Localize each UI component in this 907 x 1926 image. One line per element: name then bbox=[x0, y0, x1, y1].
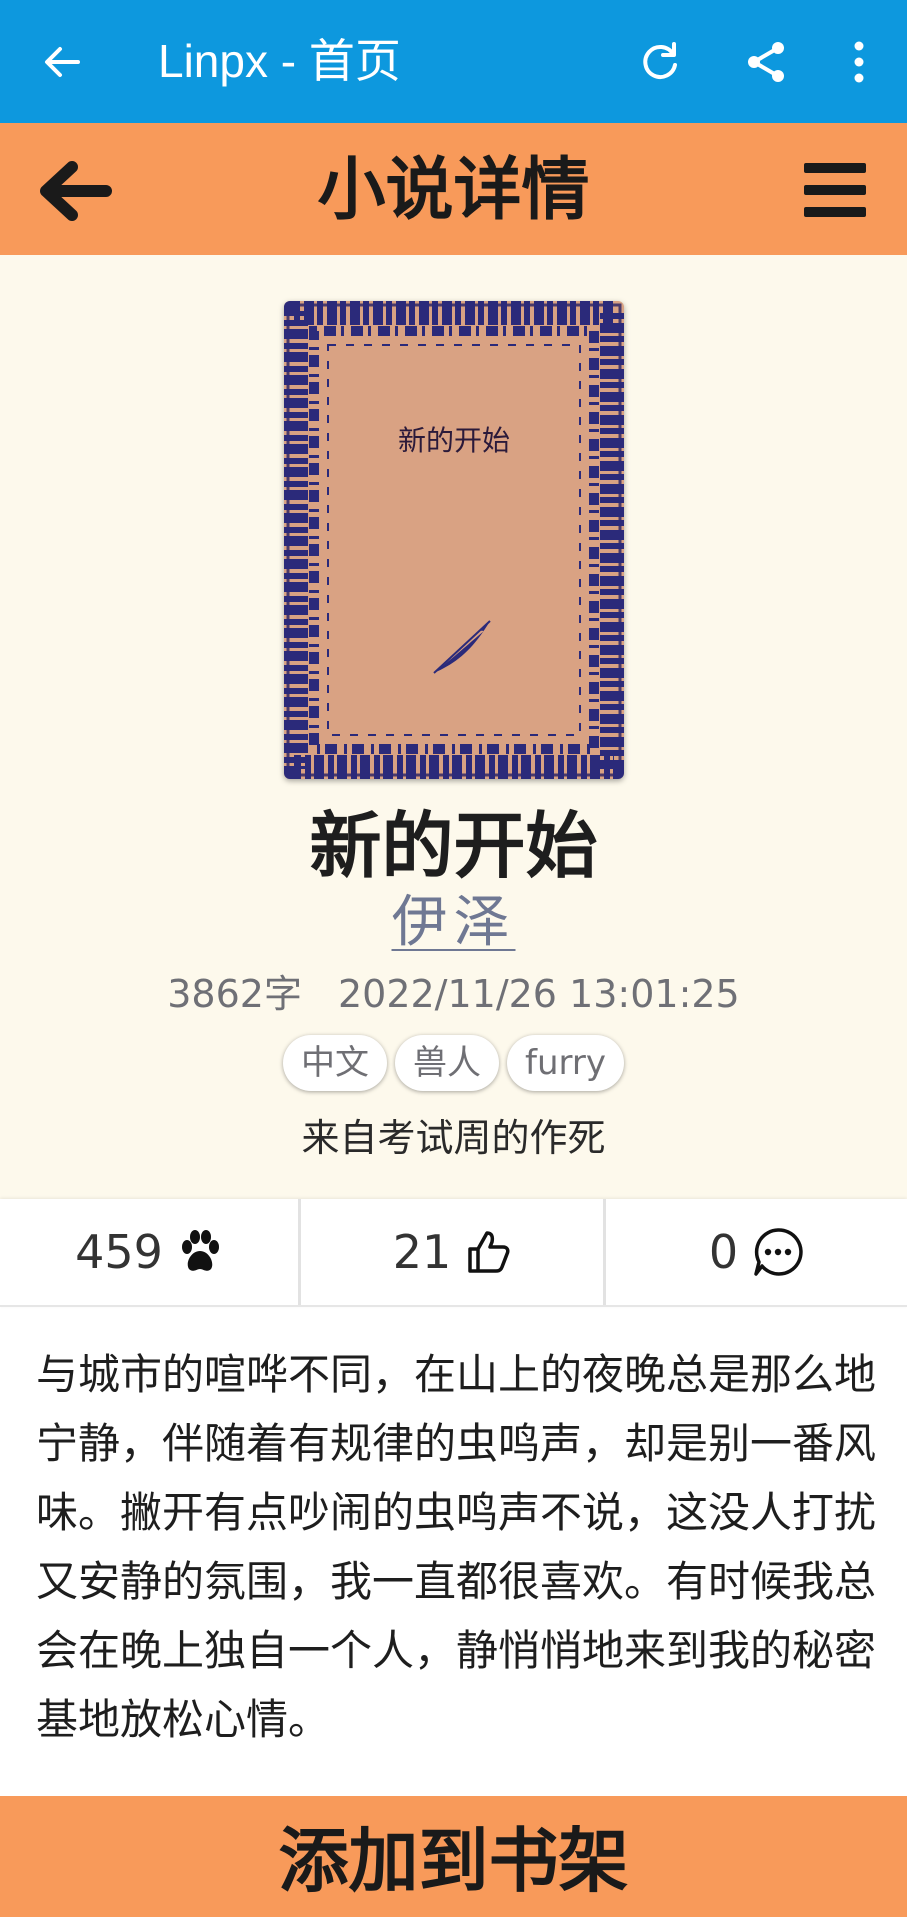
author-link[interactable]: 伊泽 bbox=[0, 890, 907, 956]
tag-chip[interactable]: 中文 bbox=[283, 1035, 387, 1091]
likes-count: 21 bbox=[392, 1225, 452, 1279]
refresh-icon[interactable] bbox=[636, 38, 684, 86]
menu-icon[interactable] bbox=[802, 157, 868, 223]
page-title: 小说详情 bbox=[317, 151, 590, 230]
publish-date: 2022/11/26 13:01:25 bbox=[337, 972, 740, 1016]
views-count: 459 bbox=[75, 1225, 163, 1279]
novel-description: 来自考试周的作死 bbox=[301, 1116, 606, 1160]
more-vertical-icon[interactable] bbox=[846, 38, 872, 86]
tag-chip[interactable]: 兽人 bbox=[395, 1035, 499, 1091]
cover-ornament bbox=[284, 301, 624, 779]
page-header: 小说详情 bbox=[0, 123, 907, 255]
stats-bar: 459 21 0 bbox=[0, 1199, 907, 1307]
views-stat[interactable]: 459 bbox=[0, 1199, 301, 1305]
author-name[interactable]: 伊泽 bbox=[392, 890, 516, 955]
paw-icon bbox=[181, 1230, 219, 1271]
novel-excerpt: 与城市的喧哗不同，在山上的夜晚总是那么地宁静，伴随着有规律的虫鸣声，却是别一番风… bbox=[36, 1350, 877, 1744]
add-to-shelf-button[interactable]: 添加到书架 bbox=[0, 1796, 907, 1917]
novel-title: 新的开始 bbox=[309, 804, 598, 888]
tag-list: 中文 兽人 furry bbox=[0, 1035, 907, 1091]
novel-meta: 3862字 2022/11/26 13:01:25 bbox=[0, 969, 907, 1019]
app-bar: Linpx - 首页 bbox=[0, 0, 907, 123]
arrow-left-icon[interactable] bbox=[38, 38, 86, 86]
comments-count: 0 bbox=[708, 1225, 739, 1279]
share-icon[interactable] bbox=[742, 38, 790, 86]
likes-stat[interactable]: 21 bbox=[301, 1199, 606, 1305]
cover-image[interactable]: 新的开始 bbox=[284, 301, 624, 779]
comment-icon bbox=[754, 1228, 803, 1276]
comments-stat[interactable]: 0 bbox=[606, 1199, 907, 1305]
word-count: 3862字 bbox=[167, 972, 302, 1016]
app-title: Linpx - 首页 bbox=[158, 35, 401, 87]
tag-chip[interactable]: furry bbox=[507, 1035, 624, 1091]
cover-title: 新的开始 bbox=[397, 424, 510, 457]
thumbs-up-icon bbox=[468, 1231, 510, 1273]
novel-detail: 新的开始 新的开始 伊泽 3862字 2022/11/26 13:01:25 中文… bbox=[0, 255, 907, 1199]
